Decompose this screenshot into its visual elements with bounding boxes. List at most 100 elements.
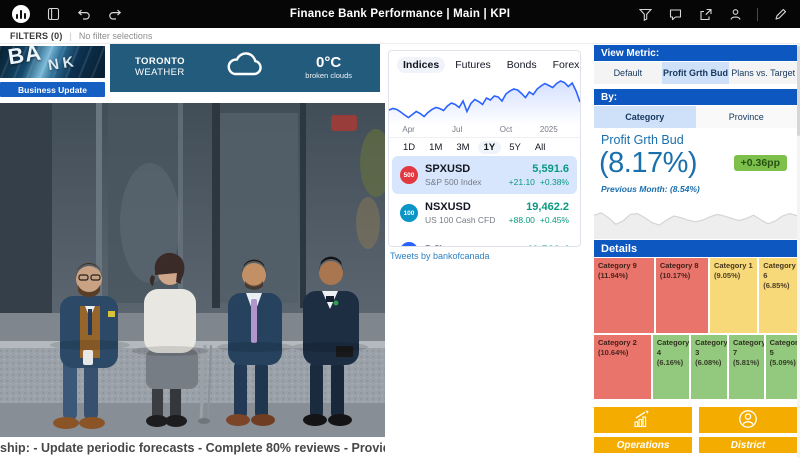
tab-bonds[interactable]: Bonds: [501, 57, 543, 73]
tab-forex[interactable]: Forex: [547, 57, 580, 73]
range-5y[interactable]: 5Y: [503, 141, 527, 154]
kpi-previous-month: Previous Month: (8.54%): [601, 184, 700, 194]
team-photo: [0, 103, 385, 437]
quote-change: +21.10 +0.38%: [508, 176, 569, 187]
quote-change: +88.00 +0.45%: [508, 214, 569, 225]
range-1m[interactable]: 1M: [423, 141, 448, 154]
quote-row-nsxusd[interactable]: 100 NSXUSD US 100 Cash CFD 19,462.2 +88.…: [392, 194, 577, 232]
comment-icon[interactable]: [667, 6, 683, 22]
tab-indices[interactable]: Indices: [397, 56, 446, 73]
spx-badge-icon: 500: [400, 166, 418, 184]
treemap-cell[interactable]: Category 6 (6.85%): [759, 258, 797, 333]
treemap-cell-percent: (11.94%): [598, 270, 629, 280]
nsx-badge-icon: 100: [400, 204, 418, 222]
quote-name: S&P 500 Index: [425, 176, 482, 187]
weather-sublabel: WEATHER: [135, 66, 185, 78]
quote-price: 41,560.4: [526, 244, 569, 246]
range-all[interactable]: All: [529, 141, 552, 154]
edit-icon[interactable]: [772, 6, 788, 22]
district-icon-button[interactable]: [699, 407, 797, 433]
range-1d[interactable]: 1D: [397, 141, 421, 154]
x-tick: 2025: [539, 125, 558, 134]
treemap-cell[interactable]: Category 2 (10.64%): [594, 335, 651, 399]
quote-row-dji[interactable]: DJ DJI 41,560.4: [392, 232, 577, 246]
details-header: Details: [594, 240, 797, 257]
app-logo-icon[interactable]: [12, 5, 30, 23]
quote-symbol: DJI: [425, 244, 442, 246]
treemap-cell[interactable]: Category 8 (10.17%): [655, 258, 708, 333]
treemap-cell-label: Category 8: [659, 261, 699, 270]
tab-futures[interactable]: Futures: [449, 57, 497, 73]
filter-bar[interactable]: FILTERS (0) | No filter selections: [0, 28, 800, 44]
business-update-button[interactable]: Business Update: [0, 82, 105, 97]
option-default[interactable]: Default: [594, 62, 662, 84]
weather-condition: broken clouds: [305, 70, 352, 80]
details-treemap: Category 9 (11.94%) Category 8 (10.17%) Cate…: [594, 258, 797, 399]
kpi-sparkline: [594, 198, 797, 239]
x-tick: Oct: [499, 125, 513, 134]
by-header: By:: [594, 89, 797, 105]
filters-count-label: FILTERS (0): [10, 30, 63, 41]
treemap-cell[interactable]: Category 5(5.09%): [765, 335, 797, 399]
growth-chart-icon: [631, 409, 655, 432]
treemap-cell-percent: (10.64%): [598, 347, 629, 357]
profile-icon[interactable]: [727, 6, 743, 22]
topbar-divider: [757, 7, 758, 21]
kpi-block: Profit Grth Bud (8.17%) +0.36pp Previous…: [594, 128, 797, 198]
treemap-cell-percent: (6.85%): [763, 280, 790, 290]
filter-separator: |: [69, 30, 72, 41]
treemap-cell-label: Category 1: [713, 261, 753, 270]
index-price-chart[interactable]: [389, 75, 580, 125]
bank-image-tile[interactable]: BA NK: [0, 46, 105, 78]
treemap-cell[interactable]: Category 7 (5.81%): [728, 335, 764, 399]
treemap-cell-label: Category 4: [656, 338, 690, 357]
treemap-cell-percent: (6.08%): [695, 357, 722, 367]
treemap-cell[interactable]: Category 1 (9.05%): [709, 258, 758, 333]
treemap-cell[interactable]: Category 4 (6.16%): [652, 335, 690, 399]
option-province[interactable]: Province: [696, 106, 798, 128]
tweets-link[interactable]: Tweets by bankofcanada: [390, 251, 490, 261]
cloud-icon: [223, 50, 267, 85]
workbook-icon[interactable]: [45, 6, 61, 22]
bank-sign-text-2: NK: [46, 52, 79, 75]
undo-icon[interactable]: [76, 6, 92, 22]
bank-sign-text: BA: [6, 46, 44, 70]
option-plans-vs-target[interactable]: Plans vs. Target: [729, 62, 797, 84]
treemap-cell[interactable]: Category 9 (11.94%): [594, 258, 654, 333]
treemap-cell-percent: (9.05%): [713, 270, 741, 280]
option-profit-grth-bud[interactable]: Profit Grth Bud: [661, 62, 730, 84]
kpi-delta-badge: +0.36pp: [733, 155, 787, 171]
topbar: Finance Bank Performance | Main | KPI: [0, 0, 800, 28]
dji-badge-icon: DJ: [400, 242, 418, 246]
x-tick: Apr: [402, 125, 415, 134]
ticker-text: ship: - Update periodic forecasts - Comp…: [0, 440, 385, 455]
treemap-cell[interactable]: Category 3 (6.08%): [691, 335, 727, 399]
filter-status-text: No filter selections: [78, 30, 153, 41]
share-icon[interactable]: [697, 6, 713, 22]
filter-icon[interactable]: [637, 6, 653, 22]
quote-symbol: NSXUSD: [425, 200, 471, 213]
operations-icon-button[interactable]: [594, 407, 692, 433]
quote-row-spxusd[interactable]: 500 SPXUSD S&P 500 Index 5,591.6 +21.10 +…: [392, 156, 577, 194]
range-3m[interactable]: 3M: [450, 141, 475, 154]
operations-button[interactable]: Operations: [594, 437, 692, 453]
range-1y[interactable]: 1Y: [477, 140, 502, 154]
redo-icon[interactable]: [107, 6, 123, 22]
treemap-cell-percent: (10.17%): [659, 270, 691, 280]
range-selector: 1D 1M 3M 1Y 5Y All: [389, 138, 580, 156]
x-tick: Jul: [452, 125, 463, 134]
view-metric-options: Default Profit Grth Bud Plans vs. Target: [594, 62, 797, 84]
news-ticker: ship: - Update periodic forecasts - Comp…: [0, 437, 385, 458]
option-category[interactable]: Category: [594, 106, 696, 128]
quote-symbol: SPXUSD: [425, 162, 471, 175]
kpi-value: (8.17%): [599, 147, 698, 179]
treemap-cell-label: Category 9: [598, 261, 637, 270]
district-button[interactable]: District: [699, 437, 797, 453]
team-photo-scene: [0, 103, 385, 437]
quote-name: US 100 Cash CFD: [425, 214, 496, 225]
market-tabs: Indices Futures Bonds Forex: [389, 51, 580, 75]
treemap-row: Category 9 (11.94%) Category 8 (10.17%) Cate…: [594, 258, 797, 333]
action-label-buttons: Operations District: [594, 437, 797, 453]
treemap-cell-label: Category 2: [598, 338, 637, 347]
treemap-cell-label: Category 7: [732, 338, 764, 357]
